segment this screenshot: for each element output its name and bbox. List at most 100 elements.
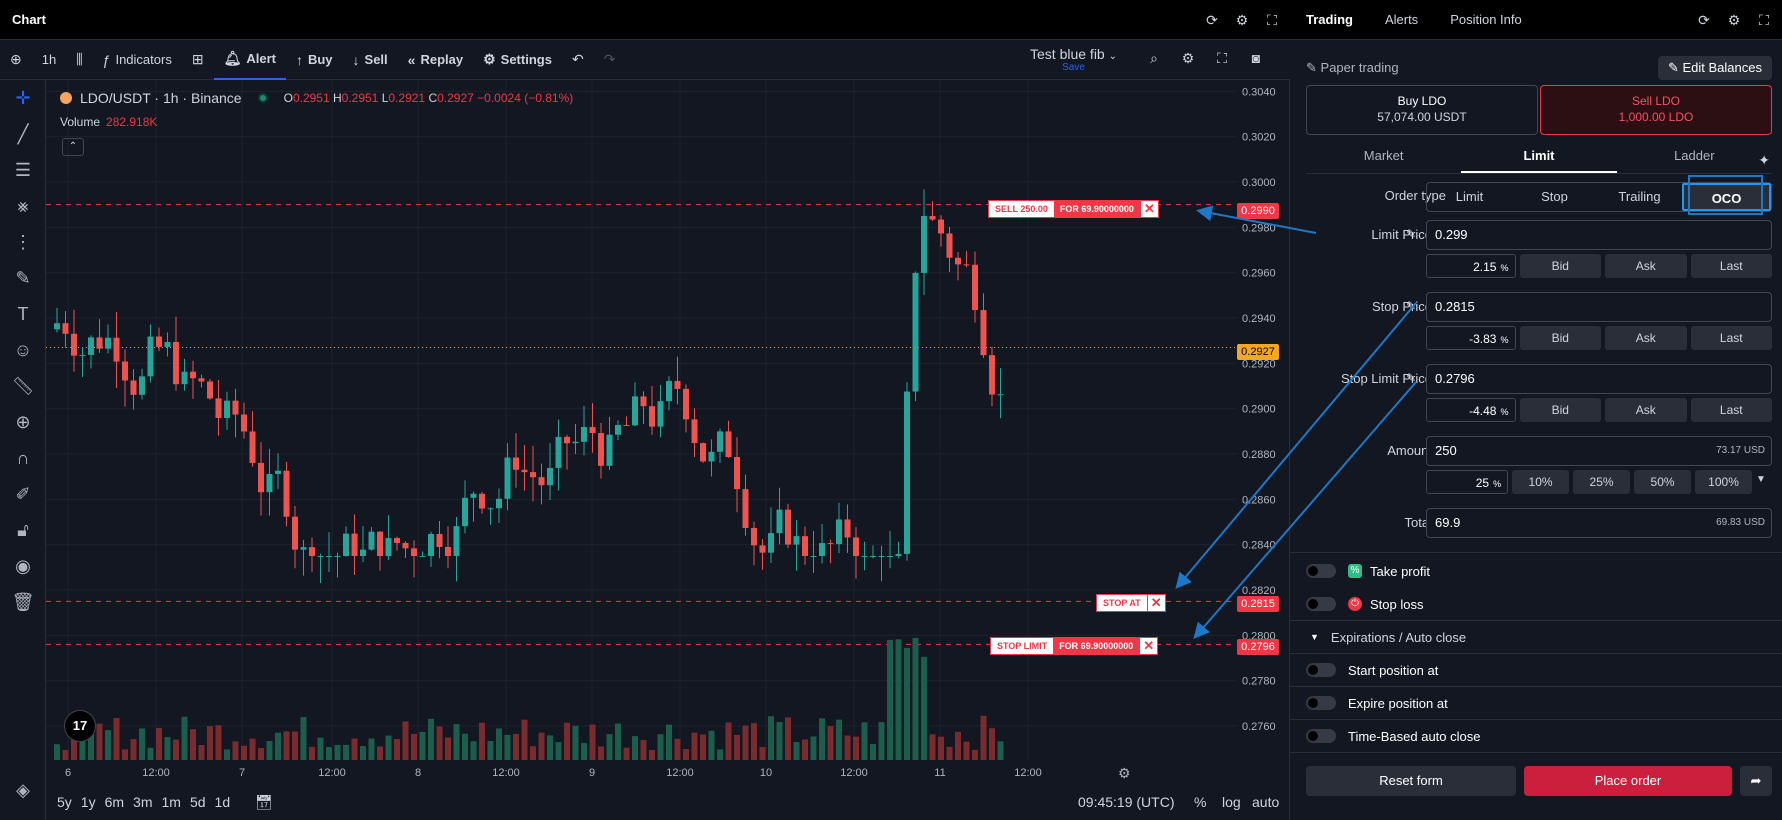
place-order-button[interactable]: Place order — [1524, 766, 1732, 796]
limit-pct-input[interactable]: 2.15% — [1426, 254, 1516, 278]
stop-pct-input[interactable]: -3.83% — [1426, 326, 1516, 350]
limit-price-input[interactable]: 0.299 — [1426, 220, 1772, 250]
clock-label[interactable]: 09:45:19 (UTC) — [1078, 794, 1174, 810]
expirations-row[interactable]: ▼ Expirations / Auto close — [1306, 623, 1772, 651]
tab-market[interactable]: Market — [1306, 148, 1461, 173]
percent-toggle[interactable]: % — [1194, 794, 1206, 810]
tab-alerts[interactable]: Alerts — [1369, 12, 1434, 27]
tab-trading[interactable]: Trading — [1290, 12, 1369, 27]
lock-drawing-icon[interactable]: ✐ — [0, 476, 46, 512]
replay-button[interactable]: « Replay — [398, 40, 473, 80]
sparkle-icon[interactable]: ✦ — [1758, 152, 1770, 169]
refresh-icon[interactable]: ⟳ — [1204, 12, 1220, 28]
fullscreen-icon[interactable]: ⛶ — [1264, 12, 1280, 28]
range-5y[interactable]: 5y — [57, 794, 72, 810]
reset-form-button[interactable]: Reset form — [1306, 766, 1516, 796]
time-axis[interactable]: 6 12:00 7 12:00 8 12:00 9 12:00 10 12:00 11 12:00 ⚙ — [46, 760, 1236, 784]
templates-button[interactable]: ⊞ — [182, 40, 214, 80]
chart-type-button[interactable]: ⫼ — [66, 40, 92, 80]
tab-limit[interactable]: Limit — [1461, 148, 1617, 173]
gear-icon[interactable]: ⚙ — [1726, 12, 1742, 28]
redo-button[interactable]: ↷ — [594, 40, 626, 80]
pattern-icon[interactable]: ⨳ — [0, 188, 46, 224]
fullscreen-icon[interactable]: ⛶ — [1756, 12, 1772, 28]
symbol-label[interactable]: LDO/USDT · 1h · Binance — [80, 90, 242, 106]
sell-ldo-button[interactable]: Sell LDO 1,000.00 LDO — [1540, 85, 1772, 135]
zoom-in-icon[interactable]: ⊕ — [0, 404, 46, 440]
stop-price-input[interactable]: 0.2815 — [1426, 292, 1772, 322]
layout-save[interactable]: Save — [1030, 62, 1117, 73]
trash-icon[interactable]: 🗑︎ — [0, 584, 46, 620]
range-1d[interactable]: 1d — [215, 794, 231, 810]
tradingview-logo[interactable]: 17 — [64, 710, 96, 742]
price-axis[interactable]: 0.3040 0.3020 0.3000 0.2980 0.2960 0.2940 0.29… — [1236, 80, 1290, 760]
gear-icon[interactable]: ⚙ — [1234, 12, 1250, 28]
pencil-icon[interactable]: ✎ — [1406, 299, 1416, 313]
calendar-icon[interactable]: 📅︎ — [255, 794, 273, 811]
range-3m[interactable]: 3m — [133, 794, 152, 810]
buy-button[interactable]: ↑ Buy — [286, 40, 343, 80]
range-1m[interactable]: 1m — [162, 794, 181, 810]
start-position-toggle[interactable] — [1306, 663, 1336, 677]
stop-limit-price-input[interactable]: 0.2796 — [1426, 364, 1772, 394]
alert-button[interactable]: 🔔︎ Alert — [213, 40, 286, 80]
close-icon[interactable]: ✕ — [1146, 595, 1165, 611]
type-trailing[interactable]: Trailing — [1597, 183, 1682, 211]
buy-ldo-button[interactable]: Buy LDO 57,074.00 USDT — [1306, 85, 1538, 135]
layers-icon[interactable]: ◈ — [0, 772, 46, 808]
time-based-toggle[interactable] — [1306, 729, 1336, 743]
magnet-icon[interactable]: ∩ — [0, 440, 46, 476]
axis-settings-icon[interactable]: ⚙ — [1118, 765, 1131, 781]
stop-order-label[interactable]: STOP AT ✕ — [1096, 594, 1166, 612]
share-icon[interactable]: ➦ — [1740, 766, 1772, 796]
stop-limit-last-button[interactable]: Last — [1690, 398, 1772, 422]
tab-position-info[interactable]: Position Info — [1434, 12, 1538, 27]
trendline-icon[interactable]: ╱ — [0, 116, 46, 152]
lock-icon[interactable]: 🔓︎ — [0, 512, 46, 548]
range-1y[interactable]: 1y — [81, 794, 96, 810]
pencil-icon[interactable]: ✎ — [1406, 371, 1416, 385]
tab-ladder[interactable]: Ladder — [1617, 148, 1772, 173]
amount-input[interactable]: 250 73.17 USD — [1426, 436, 1772, 466]
stop-bid-button[interactable]: Bid — [1519, 326, 1601, 350]
auto-toggle[interactable]: auto — [1252, 794, 1279, 810]
stop-loss-toggle[interactable] — [1306, 597, 1336, 611]
total-input[interactable]: 69.9 69.83 USD — [1426, 508, 1772, 538]
settings-button[interactable]: ⚙ Settings — [473, 40, 562, 80]
projection-icon[interactable]: ⋮ — [0, 224, 46, 260]
sell-button[interactable]: ↓ Sell — [343, 40, 398, 80]
amount-50-button[interactable]: 50% — [1634, 470, 1692, 494]
log-toggle[interactable]: log — [1222, 794, 1241, 810]
price-chart[interactable] — [46, 80, 1236, 760]
layout-name[interactable]: Test blue fib ⌄ Save — [1030, 46, 1117, 73]
amount-25-button[interactable]: 25% — [1573, 470, 1631, 494]
close-icon[interactable]: ✕ — [1139, 638, 1158, 654]
limit-bid-button[interactable]: Bid — [1519, 254, 1601, 278]
stop-limit-bid-button[interactable]: Bid — [1519, 398, 1601, 422]
add-symbol-button[interactable]: ⊕ — [0, 40, 32, 80]
type-oco[interactable]: OCO — [1682, 183, 1771, 211]
edit-balances-button[interactable]: ✎ Edit Balances — [1657, 56, 1772, 80]
amount-100-button[interactable]: 100% — [1695, 470, 1753, 494]
type-stop[interactable]: Stop — [1512, 183, 1597, 211]
stop-limit-order-label[interactable]: STOP LIMIT FOR 69.90000000 ✕ — [990, 637, 1159, 655]
pencil-icon[interactable]: ✎ — [1406, 227, 1416, 241]
fib-icon[interactable]: ☰ — [0, 152, 46, 188]
stop-ask-button[interactable]: Ask — [1605, 326, 1687, 350]
stop-limit-pct-input[interactable]: -4.48% — [1426, 398, 1516, 422]
amount-10-button[interactable]: 10% — [1512, 470, 1570, 494]
expand-icon[interactable]: ⛶ — [1214, 50, 1230, 66]
indicators-button[interactable]: ƒ Indicators — [93, 40, 182, 80]
amount-pct-input[interactable]: 25% — [1426, 470, 1509, 494]
type-limit[interactable]: Limit — [1427, 183, 1512, 211]
range-6m[interactable]: 6m — [105, 794, 124, 810]
limit-ask-button[interactable]: Ask — [1605, 254, 1687, 278]
camera-icon[interactable]: ◙ — [1248, 50, 1264, 66]
expire-position-toggle[interactable] — [1306, 696, 1336, 710]
stop-limit-ask-button[interactable]: Ask — [1605, 398, 1687, 422]
sell-order-label[interactable]: SELL 250.00 FOR 69.90000000 ✕ — [988, 200, 1159, 218]
emoji-icon[interactable]: ☺ — [0, 332, 46, 368]
range-5d[interactable]: 5d — [190, 794, 206, 810]
take-profit-toggle[interactable] — [1306, 564, 1336, 578]
settings-gear-icon[interactable]: ⚙ — [1180, 50, 1196, 66]
